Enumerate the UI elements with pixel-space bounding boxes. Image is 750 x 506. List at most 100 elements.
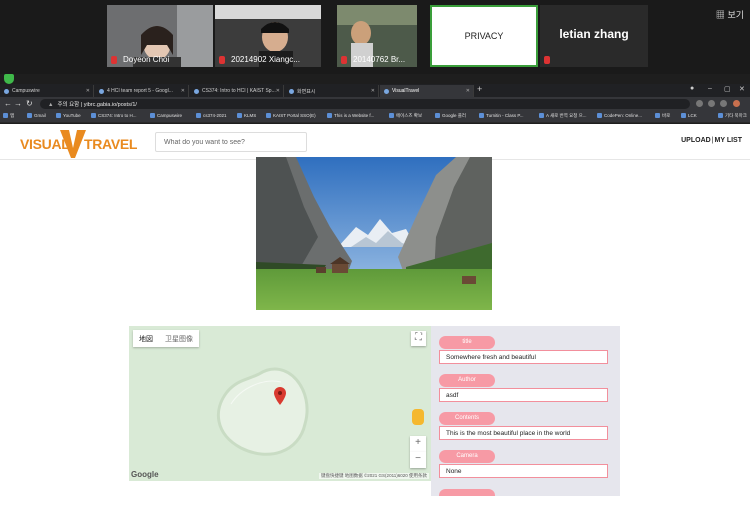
bookmark-star-icon[interactable] xyxy=(708,100,715,107)
screen: Doyeon Choi 20214902 Xiangc... 20140762 … xyxy=(0,0,750,506)
warning-icon: ▲ xyxy=(48,102,54,108)
extension-icon[interactable] xyxy=(720,100,727,107)
browser-toolbar: ← → ↻ ▲ 주의 요함 | yibrc.gabia.io/posts/1/ xyxy=(0,97,750,111)
contents-field[interactable]: This is the most beautiful place in the … xyxy=(439,426,608,440)
header-nav: UPLOAD|MY LIST xyxy=(681,137,742,144)
browser-tab[interactable]: 화면표시 ✕ xyxy=(285,85,379,97)
close-window-icon[interactable]: ✕ xyxy=(739,85,745,93)
bookmark-item[interactable]: A 새로 번역 요청 으... xyxy=(539,113,586,119)
post-photo xyxy=(256,157,492,310)
logo-word-right: TRAVEL xyxy=(84,136,138,152)
close-tab-icon[interactable]: ✕ xyxy=(466,88,470,94)
reload-icon[interactable]: ↻ xyxy=(26,99,33,108)
field-label-next xyxy=(439,489,495,496)
map-attribution[interactable]: 键盘快捷键 地图数据 ©2021 GS(2011)6020 使用条款 xyxy=(318,473,429,479)
view-button-label: 보기 xyxy=(727,10,744,20)
post-details-panel: title Somewhere fresh and beautiful Auth… xyxy=(431,326,620,496)
tab-search-icon[interactable]: ● xyxy=(690,85,694,92)
web-page: VISUAL V TRAVEL UPLOAD|MY LIST xyxy=(0,124,750,506)
site-header: VISUAL V TRAVEL UPLOAD|MY LIST xyxy=(0,124,750,160)
bookmark-item[interactable]: CodePen: Online... xyxy=(597,113,642,118)
mic-muted-icon xyxy=(544,56,550,64)
browser-tab-active[interactable]: VisualTravel ✕ xyxy=(380,85,474,97)
minimize-icon[interactable]: – xyxy=(708,85,712,92)
bookmark-item[interactable]: KLMS xyxy=(237,113,256,118)
my-list-link[interactable]: MY LIST xyxy=(715,137,742,144)
field-label-camera: Camera xyxy=(439,450,495,463)
bookmark-item[interactable]: 바로 xyxy=(655,113,670,119)
bookmark-item[interactable]: 에이스즈 확보 xyxy=(389,113,422,119)
browser-tab[interactable]: CS374: Intro to HCI | KAIST Sp... ✕ xyxy=(190,85,284,97)
participant-tile-name-only[interactable]: letian zhang xyxy=(540,5,648,67)
browser-tab[interactable]: Campuswire ✕ xyxy=(0,85,94,97)
video-call-strip: Doyeon Choi 20214902 Xiangc... 20140762 … xyxy=(0,0,750,74)
bookmark-item[interactable]: CS374: Intro to H... xyxy=(91,113,137,118)
new-tab-button[interactable]: + xyxy=(477,84,482,94)
upload-link[interactable]: UPLOAD xyxy=(681,137,711,144)
participant-tile[interactable]: 20140762 Br... xyxy=(337,5,417,67)
participant-name: Doyeon Choi xyxy=(123,55,170,64)
shield-icon xyxy=(4,74,14,84)
bookmark-item[interactable]: 기타 북마크 xyxy=(718,113,747,119)
bookmark-item[interactable]: Gmail xyxy=(27,113,46,118)
bookmark-item[interactable]: YouTube xyxy=(56,113,81,118)
tab-title: 4 HCI team report 5 - Googl... xyxy=(107,88,173,94)
participant-tile[interactable]: Doyeon Choi xyxy=(107,5,213,67)
bookmark-item[interactable]: This is a Website f... xyxy=(327,113,374,118)
zoom-in-button[interactable]: + xyxy=(410,436,426,452)
participant-name: 20214902 Xiangc... xyxy=(231,55,300,64)
tab-title: 화면표시 xyxy=(297,89,316,95)
bookmarks-bar: 앱 Gmail YouTube CS374: Intro to H... Cam… xyxy=(0,111,750,123)
tab-title: Campuswire xyxy=(12,88,40,94)
forward-icon[interactable]: → xyxy=(14,99,22,108)
field-label-author: Author xyxy=(439,374,495,387)
map-type-map[interactable]: 地図 xyxy=(133,330,159,347)
back-icon[interactable]: ← xyxy=(4,99,12,108)
avatar[interactable] xyxy=(733,100,740,107)
participant-tile[interactable]: 20214902 Xiangc... xyxy=(215,5,321,67)
street-view-pegman-icon[interactable] xyxy=(412,409,424,425)
tab-title: VisualTravel xyxy=(392,88,420,94)
mic-muted-icon xyxy=(341,56,347,64)
url-text: yibrc.gabia.io/posts/1/ xyxy=(83,102,137,108)
bookmark-item[interactable]: 앱 xyxy=(3,113,14,119)
title-field[interactable]: Somewhere fresh and beautiful xyxy=(439,350,608,364)
mic-muted-icon xyxy=(111,56,117,64)
extension-icon[interactable] xyxy=(696,100,703,107)
landscape-image xyxy=(256,157,492,310)
zoom-out-button[interactable]: − xyxy=(410,452,426,468)
view-button[interactable]: ▦ 보기 xyxy=(716,8,744,21)
participant-tile-privacy[interactable]: PRIVACY xyxy=(430,5,538,67)
fullscreen-icon[interactable]: ⛶ xyxy=(411,331,426,346)
field-label-contents: Contents xyxy=(439,412,495,425)
browser-tab-bar: Campuswire ✕ 4 HCI team report 5 - Googl… xyxy=(0,84,750,97)
close-tab-icon[interactable]: ✕ xyxy=(86,88,90,94)
close-tab-icon[interactable]: ✕ xyxy=(371,88,375,94)
maximize-icon[interactable]: ▢ xyxy=(724,85,731,93)
close-tab-icon[interactable]: ✕ xyxy=(181,88,185,94)
field-label-title: title xyxy=(439,336,495,349)
bookmark-item[interactable]: LCK xyxy=(681,113,697,118)
bookmark-item[interactable]: KAIST Portal SSO(E) xyxy=(266,113,316,118)
close-tab-icon[interactable]: ✕ xyxy=(276,88,280,94)
participant-name: letian zhang xyxy=(559,27,629,41)
participant-name: PRIVACY xyxy=(464,31,504,41)
map-type-satellite[interactable]: 卫星图像 xyxy=(159,330,199,347)
location-map[interactable]: 地図 卫星图像 ⛶ + − Google 键盘快捷键 地图数据 ©2021 GS… xyxy=(129,326,431,481)
address-bar[interactable]: ▲ 주의 요함 | yibrc.gabia.io/posts/1/ xyxy=(40,99,690,109)
bookmark-item[interactable]: Turnitin - Class P... xyxy=(479,113,524,118)
participant-name: 20140762 Br... xyxy=(353,55,406,64)
browser-tab[interactable]: 4 HCI team report 5 - Googl... ✕ xyxy=(95,85,189,97)
bookmark-item[interactable]: Google 플러 xyxy=(435,113,466,119)
search-input[interactable] xyxy=(155,132,307,152)
map-marker-icon[interactable] xyxy=(274,387,286,405)
author-field[interactable]: asdf xyxy=(439,388,608,402)
camera-field[interactable]: None xyxy=(439,464,608,478)
bookmark-item[interactable]: Campuswire xyxy=(150,113,182,118)
nav-separator: | xyxy=(711,137,714,144)
tab-title: CS374: Intro to HCI | KAIST Sp... xyxy=(202,88,276,94)
mic-muted-icon xyxy=(219,56,225,64)
map-type-switcher: 地図 卫星图像 xyxy=(133,330,199,347)
security-label: 주의 요함 xyxy=(57,102,80,108)
bookmark-item[interactable]: cs374-2021 xyxy=(196,113,227,118)
